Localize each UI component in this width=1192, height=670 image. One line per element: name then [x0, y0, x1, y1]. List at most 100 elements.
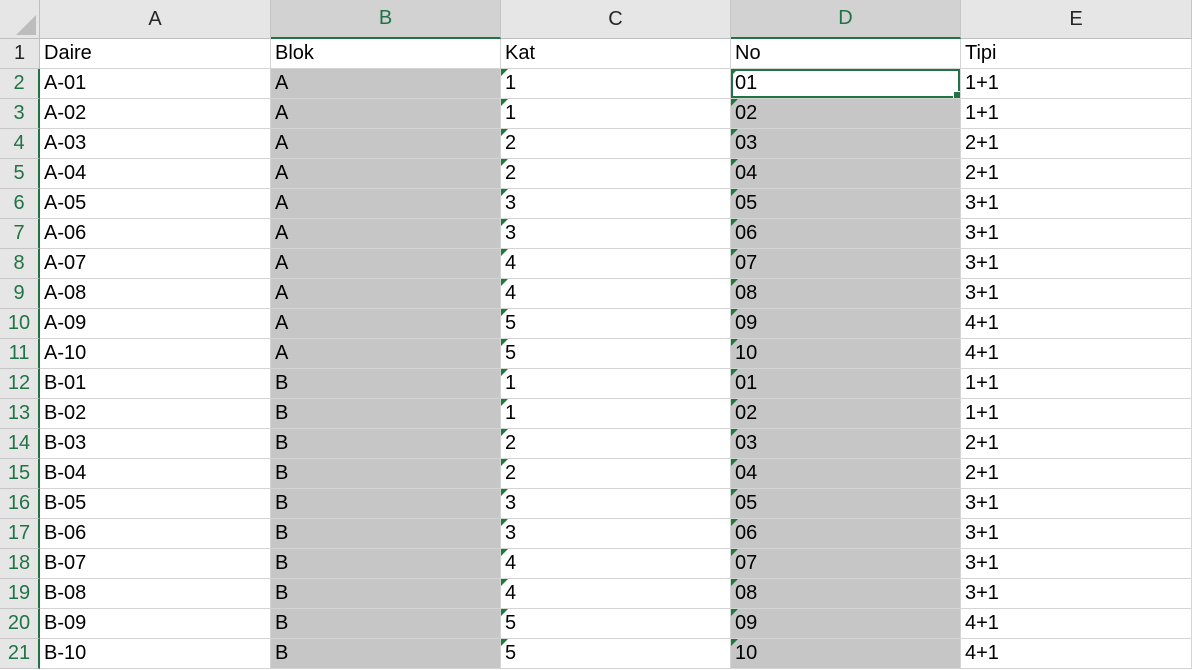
cell-e15[interactable]: 2+1: [961, 459, 1192, 489]
cell-c21[interactable]: 5: [501, 639, 731, 669]
cell-c9[interactable]: 4: [501, 279, 731, 309]
row-header[interactable]: 20: [0, 609, 40, 639]
cell-d5[interactable]: 04: [731, 159, 961, 189]
row-header[interactable]: 18: [0, 549, 40, 579]
row-header[interactable]: 8: [0, 249, 40, 279]
cell-b19[interactable]: B: [271, 579, 501, 609]
cell-a9[interactable]: A-08: [40, 279, 271, 309]
spreadsheet-grid[interactable]: A B C D E 1 Daire Blok Kat No Tipi 2 A-01 A 1 01 1+…: [0, 0, 1192, 670]
cell-e2[interactable]: 1+1: [961, 69, 1192, 99]
cell-b20[interactable]: B: [271, 609, 501, 639]
cell-e10[interactable]: 4+1: [961, 309, 1192, 339]
cell-d3[interactable]: 02: [731, 99, 961, 129]
cell-c5[interactable]: 2: [501, 159, 731, 189]
cell-a13[interactable]: B-02: [40, 399, 271, 429]
cell-a18[interactable]: B-07: [40, 549, 271, 579]
cell-c3[interactable]: 1: [501, 99, 731, 129]
cell-c12[interactable]: 1: [501, 369, 731, 399]
cell-c1[interactable]: Kat: [501, 39, 731, 69]
row-header[interactable]: 12: [0, 369, 40, 399]
cell-a3[interactable]: A-02: [40, 99, 271, 129]
cell-d18[interactable]: 07: [731, 549, 961, 579]
cell-a21[interactable]: B-10: [40, 639, 271, 669]
cell-e11[interactable]: 4+1: [961, 339, 1192, 369]
cell-c10[interactable]: 5: [501, 309, 731, 339]
cell-d10[interactable]: 09: [731, 309, 961, 339]
row-header[interactable]: 3: [0, 99, 40, 129]
column-header-b[interactable]: B: [271, 0, 501, 39]
cell-e3[interactable]: 1+1: [961, 99, 1192, 129]
row-header[interactable]: 11: [0, 339, 40, 369]
cell-d13[interactable]: 02: [731, 399, 961, 429]
cell-d11[interactable]: 10: [731, 339, 961, 369]
row-header[interactable]: 14: [0, 429, 40, 459]
cell-a5[interactable]: A-04: [40, 159, 271, 189]
cell-d20[interactable]: 09: [731, 609, 961, 639]
cell-e19[interactable]: 3+1: [961, 579, 1192, 609]
cell-b18[interactable]: B: [271, 549, 501, 579]
cell-c15[interactable]: 2: [501, 459, 731, 489]
cell-d12[interactable]: 01: [731, 369, 961, 399]
cell-b11[interactable]: A: [271, 339, 501, 369]
cell-b15[interactable]: B: [271, 459, 501, 489]
row-header[interactable]: 9: [0, 279, 40, 309]
cell-c7[interactable]: 3: [501, 219, 731, 249]
cell-e7[interactable]: 3+1: [961, 219, 1192, 249]
cell-b8[interactable]: A: [271, 249, 501, 279]
cell-c16[interactable]: 3: [501, 489, 731, 519]
column-header-e[interactable]: E: [961, 0, 1192, 39]
cell-b17[interactable]: B: [271, 519, 501, 549]
cell-e6[interactable]: 3+1: [961, 189, 1192, 219]
row-header[interactable]: 21: [0, 639, 40, 669]
cell-b7[interactable]: A: [271, 219, 501, 249]
select-all-corner[interactable]: [0, 0, 40, 39]
cell-b12[interactable]: B: [271, 369, 501, 399]
cell-a12[interactable]: B-01: [40, 369, 271, 399]
cell-a14[interactable]: B-03: [40, 429, 271, 459]
cell-e20[interactable]: 4+1: [961, 609, 1192, 639]
cell-c20[interactable]: 5: [501, 609, 731, 639]
cell-a8[interactable]: A-07: [40, 249, 271, 279]
cell-e9[interactable]: 3+1: [961, 279, 1192, 309]
cell-b14[interactable]: B: [271, 429, 501, 459]
cell-d15[interactable]: 04: [731, 459, 961, 489]
cell-c8[interactable]: 4: [501, 249, 731, 279]
cell-d19[interactable]: 08: [731, 579, 961, 609]
cell-a6[interactable]: A-05: [40, 189, 271, 219]
cell-e17[interactable]: 3+1: [961, 519, 1192, 549]
cell-a17[interactable]: B-06: [40, 519, 271, 549]
cell-c4[interactable]: 2: [501, 129, 731, 159]
cell-b2[interactable]: A: [271, 69, 501, 99]
cell-c6[interactable]: 3: [501, 189, 731, 219]
cell-b21[interactable]: B: [271, 639, 501, 669]
cell-b6[interactable]: A: [271, 189, 501, 219]
cell-d14[interactable]: 03: [731, 429, 961, 459]
row-header[interactable]: 19: [0, 579, 40, 609]
cell-e13[interactable]: 1+1: [961, 399, 1192, 429]
cell-c17[interactable]: 3: [501, 519, 731, 549]
active-cell[interactable]: 01: [731, 69, 961, 99]
cell-d6[interactable]: 05: [731, 189, 961, 219]
cell-e5[interactable]: 2+1: [961, 159, 1192, 189]
cell-a15[interactable]: B-04: [40, 459, 271, 489]
cell-d17[interactable]: 06: [731, 519, 961, 549]
cell-c2[interactable]: 1: [501, 69, 731, 99]
cell-e14[interactable]: 2+1: [961, 429, 1192, 459]
column-header-d[interactable]: D: [731, 0, 961, 39]
cell-d8[interactable]: 07: [731, 249, 961, 279]
cell-b1[interactable]: Blok: [271, 39, 501, 69]
cell-e18[interactable]: 3+1: [961, 549, 1192, 579]
cell-d7[interactable]: 06: [731, 219, 961, 249]
cell-b4[interactable]: A: [271, 129, 501, 159]
cell-c18[interactable]: 4: [501, 549, 731, 579]
row-header[interactable]: 7: [0, 219, 40, 249]
cell-b5[interactable]: A: [271, 159, 501, 189]
cell-e12[interactable]: 1+1: [961, 369, 1192, 399]
cell-d9[interactable]: 08: [731, 279, 961, 309]
cell-a7[interactable]: A-06: [40, 219, 271, 249]
cell-b13[interactable]: B: [271, 399, 501, 429]
cell-a10[interactable]: A-09: [40, 309, 271, 339]
cell-b10[interactable]: A: [271, 309, 501, 339]
cell-e16[interactable]: 3+1: [961, 489, 1192, 519]
cell-e4[interactable]: 2+1: [961, 129, 1192, 159]
